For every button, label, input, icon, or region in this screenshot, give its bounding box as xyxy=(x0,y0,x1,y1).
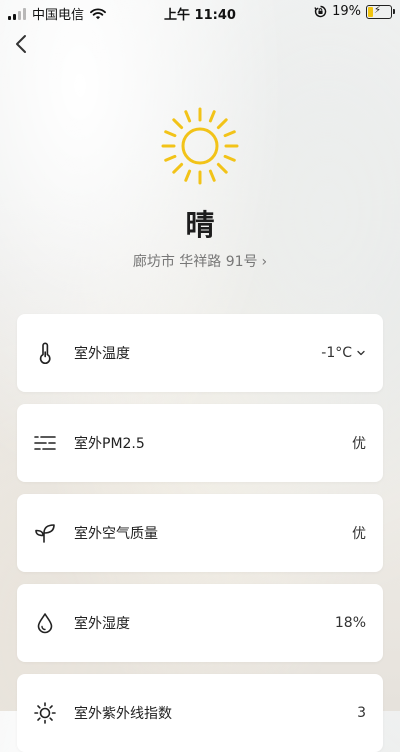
chevron-down-icon xyxy=(357,350,365,356)
status-right: 19% ⚡ xyxy=(314,4,395,19)
card-outdoor-pm25[interactable]: 室外PM2.5 优 xyxy=(17,404,383,482)
charging-bolt-icon: ⚡ xyxy=(374,4,382,16)
chevron-left-icon xyxy=(16,35,26,53)
water-drop-icon xyxy=(33,611,57,635)
location-link[interactable]: 廊坊市 华祥路 91号 › xyxy=(0,251,400,271)
card-label: 室外空气质量 xyxy=(74,526,158,542)
battery-percent: 19% xyxy=(332,4,361,19)
card-label: 室外温度 xyxy=(74,346,130,362)
card-value: 18% xyxy=(334,615,366,631)
card-outdoor-air-quality[interactable]: 室外空气质量 优 xyxy=(17,494,383,572)
back-button[interactable] xyxy=(10,30,34,58)
status-bar: 中国电信 上午 11:40 19% ⚡ xyxy=(0,0,400,24)
card-value: 优 xyxy=(352,526,366,542)
card-value: -1°C xyxy=(321,345,366,361)
orientation-lock-icon xyxy=(314,5,327,18)
battery-icon: ⚡ xyxy=(366,4,395,19)
card-label: 室外紫外线指数 xyxy=(74,706,172,722)
sun-icon xyxy=(161,107,239,185)
sprout-icon xyxy=(33,521,57,545)
card-label: 室外湿度 xyxy=(74,616,130,632)
thermometer-icon xyxy=(33,341,57,365)
card-value: 3 xyxy=(357,705,366,721)
card-outdoor-humidity[interactable]: 室外湿度 18% xyxy=(17,584,383,662)
card-value: 优 xyxy=(352,436,366,452)
weather-condition: 晴 xyxy=(185,208,215,242)
chevron-right-icon: › xyxy=(261,254,268,270)
card-label: 室外PM2.5 xyxy=(74,436,145,452)
location-text: 廊坊市 华祥路 91号 xyxy=(132,254,258,270)
card-outdoor-temperature[interactable]: 室外温度 -1°C xyxy=(17,314,383,392)
temperature-value: -1°C xyxy=(321,345,352,361)
card-outdoor-uv-index[interactable]: 室外紫外线指数 3 xyxy=(17,674,383,752)
uv-sun-icon xyxy=(33,701,57,725)
pm25-icon xyxy=(33,431,57,455)
